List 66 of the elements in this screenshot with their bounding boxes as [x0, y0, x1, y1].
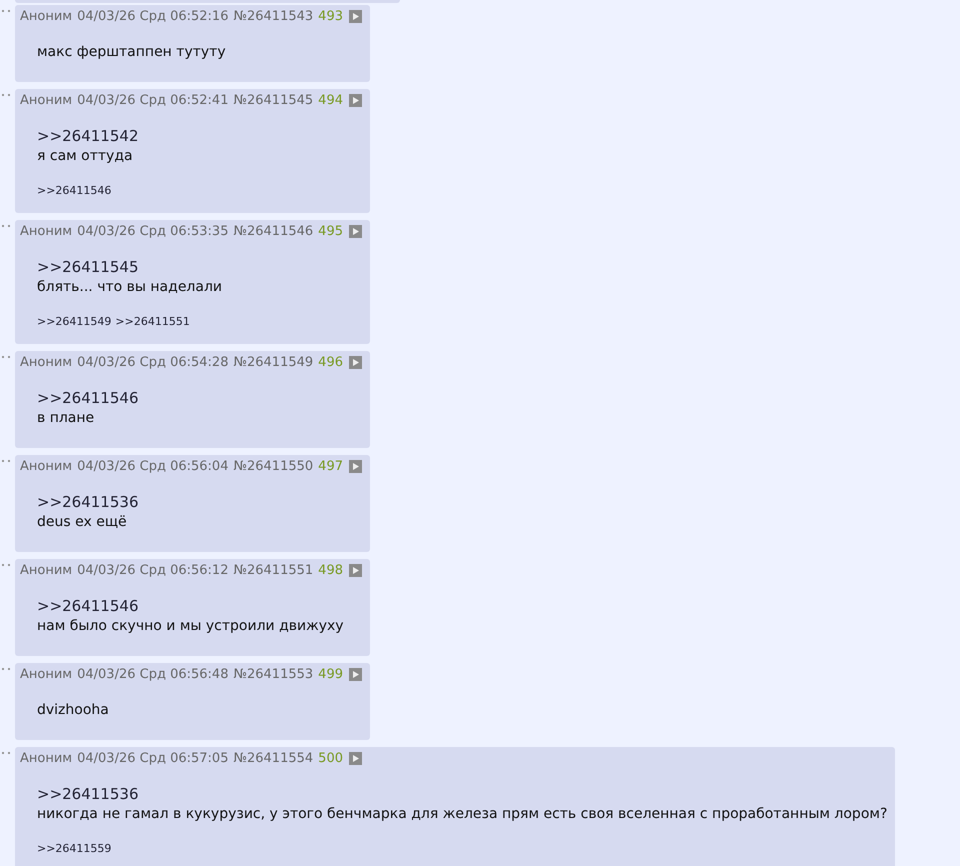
- post-index: 497: [318, 459, 343, 474]
- post-index: 499: [318, 667, 343, 682]
- post-author: Аноним: [20, 751, 72, 766]
- post-author: Аноним: [20, 9, 72, 24]
- post-date: 04/03/26 Срд 06:57:05: [77, 751, 228, 766]
- post-author: Аноним: [20, 93, 72, 108]
- post-number-link[interactable]: №26411545: [233, 93, 314, 108]
- drag-handle-icon[interactable]: [2, 94, 10, 98]
- post-author: Аноним: [20, 355, 72, 370]
- reply-link[interactable]: >>26411542: [37, 127, 138, 145]
- play-icon[interactable]: [349, 94, 362, 107]
- post-date: 04/03/26 Срд 06:56:04: [77, 459, 228, 474]
- post-date: 04/03/26 Срд 06:54:28: [77, 355, 228, 370]
- post-index: 496: [318, 355, 343, 370]
- play-icon[interactable]: [349, 10, 362, 23]
- drag-handle-icon[interactable]: [2, 356, 10, 360]
- post-text: dvizhooha: [37, 701, 110, 720]
- play-icon[interactable]: [349, 668, 362, 681]
- play-icon[interactable]: [349, 460, 362, 473]
- post-number-link[interactable]: №26411554: [233, 751, 314, 766]
- drag-handle-icon[interactable]: [2, 460, 10, 464]
- post-date: 04/03/26 Срд 06:52:16: [77, 9, 228, 24]
- post-text: никогда не гамал в кукурузис, у этого бенчмарка для железа прям есть своя вселенная с проработанным лором?: [37, 805, 888, 824]
- post-date: 04/03/26 Срд 06:53:35: [77, 224, 228, 239]
- drag-handle-icon[interactable]: [2, 10, 10, 14]
- post-text: я сам оттуда: [37, 147, 134, 166]
- post-number-link[interactable]: №26411543: [233, 9, 314, 24]
- play-icon[interactable]: [349, 356, 362, 369]
- post-text: блять... что вы наделали: [37, 278, 224, 297]
- post-index: 494: [318, 93, 343, 108]
- post-number-link[interactable]: №26411546: [233, 224, 314, 239]
- post-date: 04/03/26 Срд 06:56:48: [77, 667, 228, 682]
- post-date: 04/03/26 Срд 06:52:41: [77, 93, 228, 108]
- play-icon[interactable]: [349, 752, 362, 765]
- post-number-link[interactable]: №26411551: [233, 563, 314, 578]
- post-index: 500: [318, 751, 343, 766]
- backlink[interactable]: >>26411549: [37, 315, 112, 328]
- post-text: нам было скучно и мы устроили движуху: [37, 617, 345, 636]
- post-index: 495: [318, 224, 343, 239]
- post-author: Аноним: [20, 224, 72, 239]
- play-icon[interactable]: [349, 225, 362, 238]
- post-author: Аноним: [20, 459, 72, 474]
- post-index: 493: [318, 9, 343, 24]
- backlink[interactable]: >>26411546: [37, 184, 112, 197]
- backlink[interactable]: >>26411559: [37, 842, 112, 855]
- reply-link[interactable]: >>26411545: [37, 258, 138, 276]
- post-number-link[interactable]: №26411549: [233, 355, 314, 370]
- post-text: deus ex ещё: [37, 513, 128, 532]
- backlink[interactable]: >>26411551: [115, 315, 190, 328]
- reply-link[interactable]: >>26411546: [37, 597, 138, 615]
- post-date: 04/03/26 Срд 06:56:12: [77, 563, 228, 578]
- reply-link[interactable]: >>26411536: [37, 785, 138, 803]
- drag-handle-icon[interactable]: [2, 752, 10, 756]
- reply-link[interactable]: >>26411536: [37, 493, 138, 511]
- post-number-link[interactable]: №26411553: [233, 667, 314, 682]
- drag-handle-icon[interactable]: [2, 668, 10, 672]
- post-author: Аноним: [20, 563, 72, 578]
- post-number-link[interactable]: №26411550: [233, 459, 314, 474]
- play-icon[interactable]: [349, 564, 362, 577]
- reply-link[interactable]: >>26411546: [37, 389, 138, 407]
- post-index: 498: [318, 563, 343, 578]
- drag-handle-icon[interactable]: [2, 225, 10, 229]
- post-text: макс ферштаппен тутуту: [37, 43, 227, 62]
- post-author: Аноним: [20, 667, 72, 682]
- drag-handle-icon[interactable]: [2, 564, 10, 568]
- post-text: в плане: [37, 409, 96, 428]
